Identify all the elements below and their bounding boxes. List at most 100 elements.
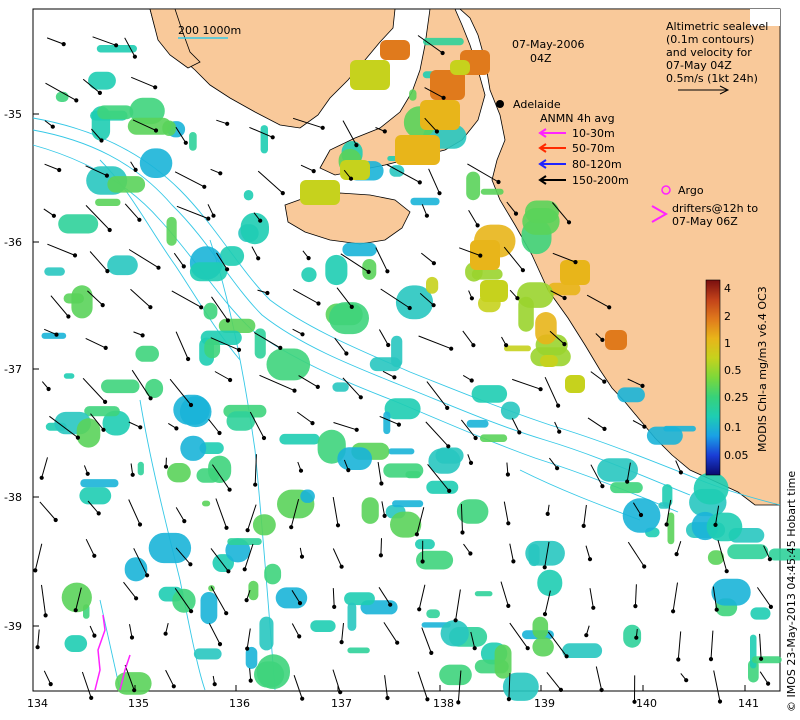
chl-patch bbox=[532, 616, 549, 639]
chl-patch bbox=[79, 487, 112, 505]
chl-patch bbox=[383, 411, 391, 435]
chl-patch bbox=[423, 37, 464, 46]
chl-patch bbox=[727, 544, 769, 560]
chl-patch bbox=[706, 512, 743, 542]
chl-patch bbox=[342, 242, 377, 257]
chl-patch bbox=[44, 267, 65, 276]
chl-patch bbox=[329, 302, 369, 335]
adelaide-marker bbox=[496, 100, 504, 108]
chl-patch bbox=[58, 214, 99, 234]
chlorophyll-map: Adelaide 07-May-2006 04Z 200 1000m Altim… bbox=[4, 8, 800, 712]
chl-patch bbox=[344, 592, 375, 606]
x-tick-7: 141 bbox=[738, 697, 759, 710]
chl-patch bbox=[532, 637, 554, 657]
chl-patch-high bbox=[480, 280, 508, 302]
chl-patch bbox=[426, 276, 439, 294]
svg-text:150-200m: 150-200m bbox=[572, 174, 629, 187]
chl-patch bbox=[202, 500, 211, 507]
x-tick-4: 138 bbox=[433, 697, 454, 710]
chl-patch-high bbox=[450, 60, 470, 75]
svg-text:10-30m: 10-30m bbox=[572, 127, 615, 140]
chl-patch-high bbox=[420, 100, 460, 130]
chl-patch bbox=[518, 296, 534, 332]
date-label-1: 07-May-2006 bbox=[512, 38, 584, 51]
chl-patch bbox=[332, 382, 349, 392]
chl-patch bbox=[617, 387, 645, 403]
y-tick-2: -37 bbox=[4, 363, 22, 376]
x-tick-2: 136 bbox=[229, 697, 250, 710]
cb-tick-5: 0.1 bbox=[724, 421, 742, 434]
chl-patch bbox=[208, 455, 232, 483]
chl-patch bbox=[667, 512, 675, 545]
chl-patch bbox=[646, 426, 683, 445]
chl-patch bbox=[310, 620, 336, 632]
chl-patch-high bbox=[605, 330, 627, 350]
chl-patch bbox=[226, 411, 256, 431]
scale-label: 200 1000m bbox=[178, 24, 241, 37]
chl-patch bbox=[76, 418, 101, 448]
chl-patch-high bbox=[470, 240, 500, 270]
chl-patch bbox=[167, 463, 191, 483]
colorbar-title: MODIS Chl-a mg/m3 v6.4 OC3 bbox=[756, 286, 769, 452]
drifters-label-1: drifters@12h to bbox=[672, 202, 758, 215]
y-tick-0: -35 bbox=[4, 108, 22, 121]
chl-patch bbox=[391, 335, 403, 368]
chl-patch bbox=[279, 433, 320, 445]
chl-patch-high bbox=[540, 355, 558, 367]
chl-patch-high bbox=[380, 40, 410, 60]
chl-patch bbox=[200, 592, 218, 625]
chl-patch bbox=[751, 656, 782, 664]
chl-patch bbox=[415, 539, 435, 550]
chl-patch bbox=[388, 448, 415, 455]
cb-tick-3: 0.5 bbox=[724, 364, 742, 377]
chl-patch bbox=[300, 489, 315, 503]
chl-patch bbox=[189, 262, 228, 282]
chl-patch bbox=[610, 482, 643, 494]
chl-patch bbox=[80, 479, 119, 488]
chl-patch bbox=[325, 254, 348, 286]
cb-tick-6: 0.05 bbox=[724, 449, 749, 462]
chl-patch bbox=[64, 635, 88, 652]
chl-patch bbox=[137, 461, 144, 476]
chl-patch bbox=[479, 434, 508, 442]
chl-patch bbox=[301, 267, 317, 283]
chl-patch bbox=[347, 647, 370, 654]
chl-patch bbox=[535, 312, 557, 345]
chl-patch bbox=[471, 385, 508, 403]
chl-patch bbox=[203, 302, 218, 320]
adelaide-label: Adelaide bbox=[513, 98, 561, 111]
chl-patch bbox=[658, 502, 670, 509]
x-tick-3: 137 bbox=[331, 697, 352, 710]
chl-patch bbox=[189, 132, 197, 151]
sealevel-line-2: and velocity for bbox=[666, 46, 752, 59]
chl-patch bbox=[254, 328, 266, 359]
chl-patch bbox=[337, 447, 372, 470]
sealevel-line-0: Altimetric sealevel bbox=[666, 20, 768, 33]
credit-label: © IMOS 23-May-2013 04:45:45 Hobart time bbox=[785, 471, 798, 712]
chl-patch bbox=[466, 171, 481, 201]
colorbar-ramp bbox=[705, 279, 721, 476]
chl-patch bbox=[426, 609, 440, 619]
chl-patch bbox=[180, 435, 207, 461]
chl-patch bbox=[750, 634, 757, 669]
chl-patch bbox=[193, 648, 222, 660]
chl-patch bbox=[409, 89, 417, 101]
x-tick-6: 140 bbox=[636, 697, 657, 710]
chl-patch bbox=[135, 345, 159, 362]
cb-tick-1: 2 bbox=[724, 310, 731, 323]
chl-patch bbox=[275, 587, 308, 609]
chl-patch bbox=[61, 582, 92, 613]
chl-patch bbox=[439, 664, 472, 686]
chl-patch bbox=[252, 514, 276, 536]
x-tick-5: 139 bbox=[534, 697, 555, 710]
chl-patch bbox=[254, 661, 285, 688]
cb-tick-0: 4 bbox=[724, 282, 731, 295]
chl-patch bbox=[243, 190, 254, 201]
chl-patch bbox=[266, 348, 311, 381]
y-tick-3: -38 bbox=[4, 491, 22, 504]
argo-label: Argo bbox=[678, 184, 704, 197]
chl-patch bbox=[405, 471, 421, 479]
chl-patch bbox=[693, 472, 729, 505]
chl-patch bbox=[525, 540, 565, 566]
chl-patch bbox=[204, 338, 221, 359]
